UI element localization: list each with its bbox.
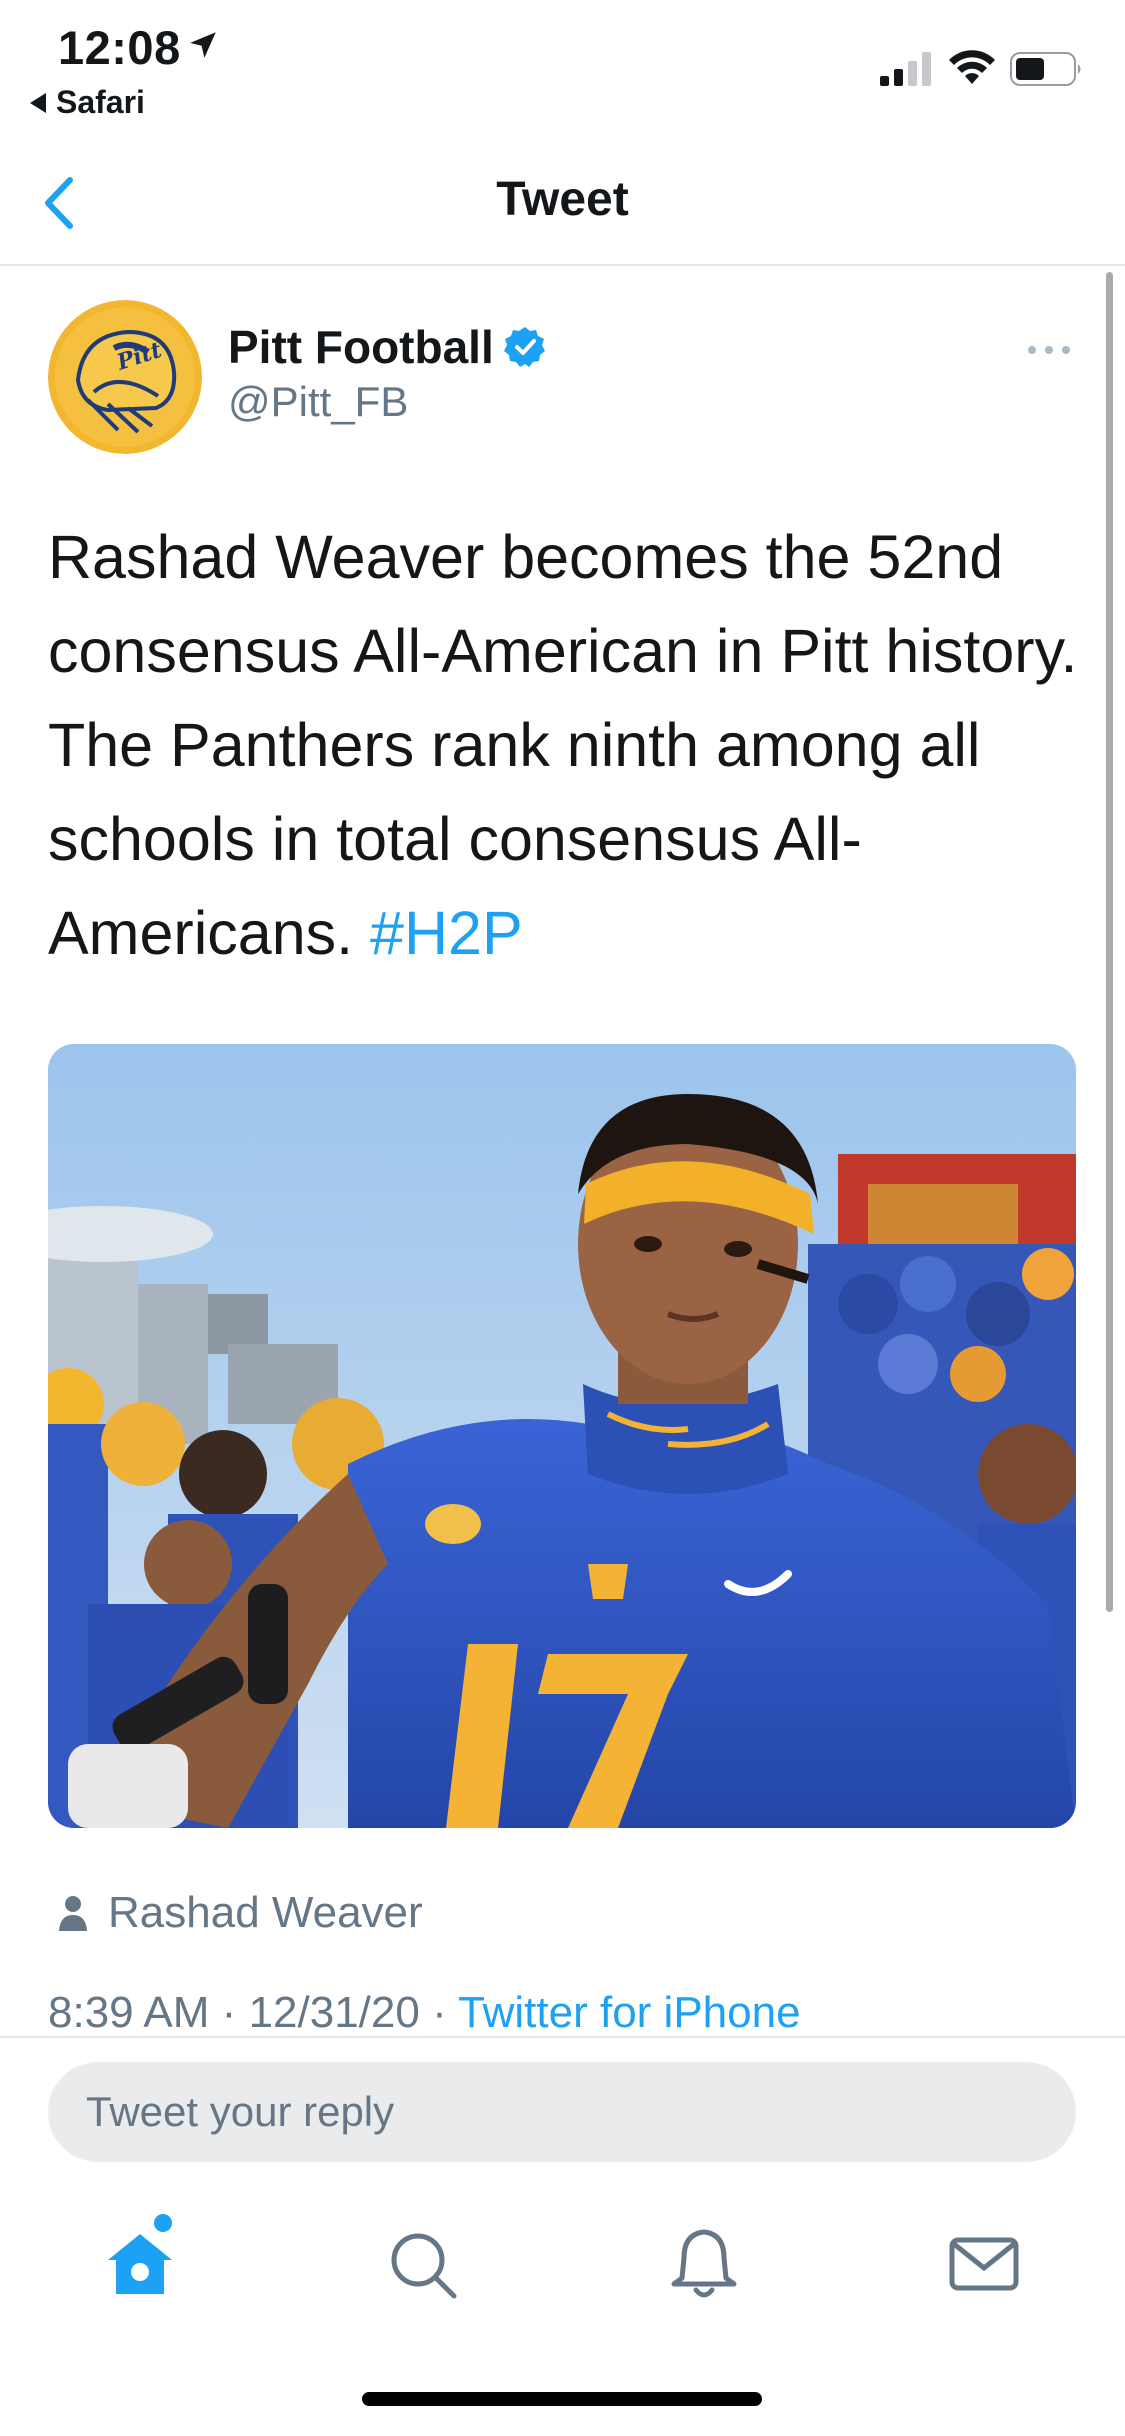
meta-separator: · [432, 1988, 447, 2037]
search-icon[interactable] [384, 2226, 460, 2302]
helmet-logo-image: Pitt [48, 300, 202, 454]
tweet-time: 8:39 AM [48, 1988, 210, 2037]
tab-bar [0, 2190, 1125, 2330]
tweet-body: Rashad Weaver becomes the 52nd consensus… [48, 523, 1078, 967]
battery-icon [1010, 52, 1081, 86]
status-bar: 12:08 Safari [0, 0, 1125, 130]
author-name[interactable]: Pitt Football [228, 320, 546, 374]
reply-input[interactable] [48, 2062, 1076, 2162]
back-app-label: Safari [56, 84, 145, 120]
notifications-icon[interactable] [666, 2226, 742, 2302]
tagged-person[interactable]: Rashad Weaver [58, 1888, 423, 1938]
tweet-meta: 8:39 AM · 12/31/20 · Twitter for iPhone [48, 1988, 801, 2038]
avatar[interactable]: Pitt [48, 300, 202, 454]
signal-icon [880, 52, 931, 86]
wifi-icon [949, 50, 995, 84]
tweet-source-link[interactable]: Twitter for iPhone [458, 1988, 800, 2037]
person-icon [59, 1896, 87, 1931]
more-options-icon[interactable] [1026, 340, 1072, 360]
location-arrow-icon [190, 32, 216, 58]
tweet-text: Rashad Weaver becomes the 52nd consensus… [48, 510, 1088, 980]
author-name-label: Pitt Football [228, 321, 494, 373]
home-notification-dot [154, 2214, 172, 2232]
hashtag-link[interactable]: #H2P [370, 899, 523, 967]
tagged-person-name: Rashad Weaver [108, 1888, 423, 1937]
back-triangle-icon [30, 92, 46, 113]
author-handle[interactable]: @Pitt_FB [228, 378, 408, 426]
meta-separator: · [221, 1988, 237, 2037]
home-icon[interactable] [102, 2226, 178, 2302]
home-indicator[interactable] [362, 2392, 762, 2406]
page-title: Tweet [496, 173, 629, 226]
messages-icon[interactable] [946, 2226, 1022, 2302]
status-time: 12:08 [58, 21, 181, 74]
reply-bar [0, 2036, 1125, 2176]
football-player-image [48, 1044, 1076, 1828]
back-to-app-button[interactable]: Safari [30, 84, 145, 121]
scroll-indicator[interactable] [1106, 272, 1113, 1612]
verified-badge-icon [503, 327, 545, 367]
tweet-date: 12/31/20 [248, 1988, 420, 2037]
tweet-photo[interactable] [48, 1044, 1076, 1828]
nav-bar: Tweet [0, 140, 1125, 266]
